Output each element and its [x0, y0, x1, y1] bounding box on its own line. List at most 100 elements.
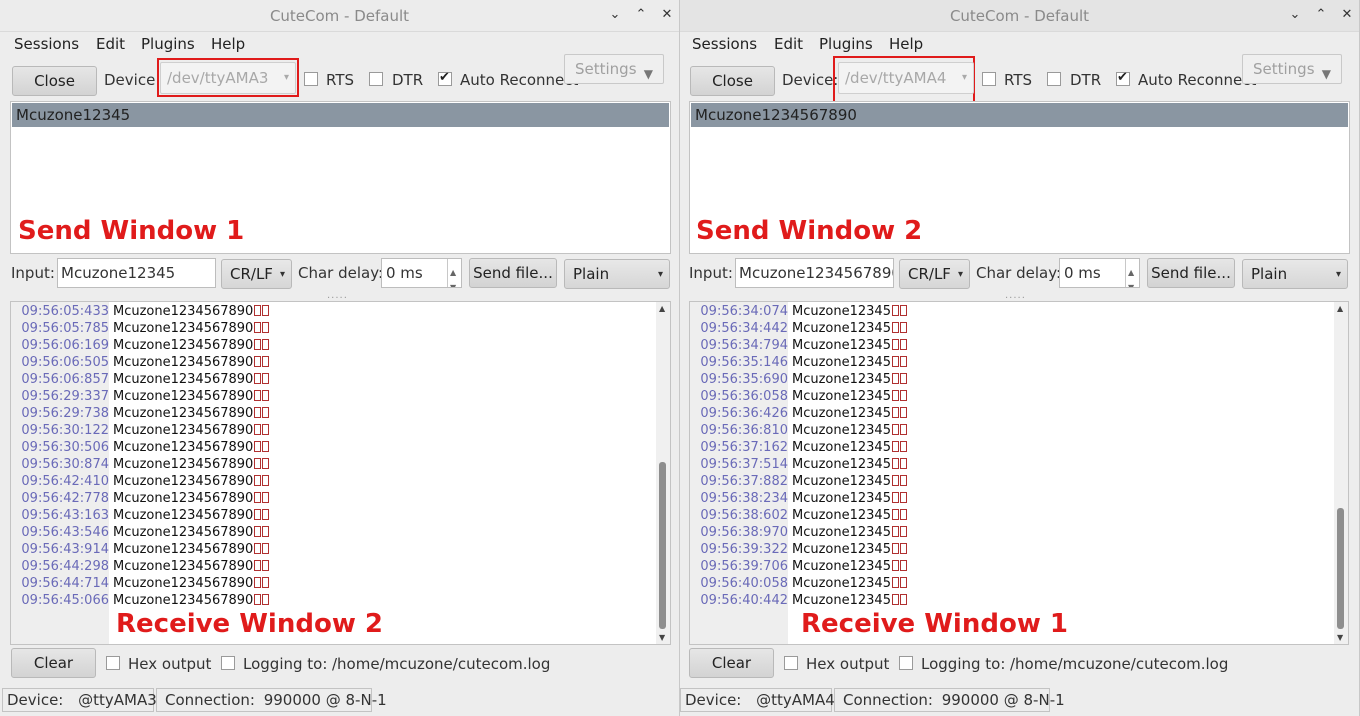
settings-button[interactable]: Settings ▼	[1242, 54, 1342, 84]
logging-checkbox[interactable]	[899, 656, 913, 670]
char-delay-spinner[interactable]: ▲ ▼	[447, 259, 461, 287]
chevron-down-icon: ▾	[957, 269, 963, 280]
rts-label: RTS	[326, 71, 355, 89]
char-delay-input[interactable]: 0 ms ▲ ▼	[381, 258, 462, 288]
send-window-annotation: Send Window 1	[18, 216, 245, 246]
cr-glyph-icon	[254, 458, 262, 469]
spin-down-icon[interactable]: ▼	[450, 274, 456, 287]
minimize-icon[interactable]: ⌄	[606, 6, 624, 24]
auto-reconnect-checkbox[interactable]	[1116, 70, 1130, 86]
hex-output-checkbox[interactable]	[784, 656, 798, 670]
format-select[interactable]: Plain ▾	[1242, 259, 1348, 289]
log-line: 09:56:38:234 Mcuzone12345	[690, 490, 1335, 507]
menu-edit[interactable]: Edit	[96, 35, 125, 53]
log-message: Mcuzone1234567890	[113, 321, 254, 336]
receive-scrollbar[interactable]: ▲ ▼	[1334, 302, 1348, 644]
rts-checkbox[interactable]	[982, 72, 996, 86]
char-delay-label: Char delay:	[298, 264, 384, 282]
log-timestamp: 09:56:36:058	[700, 389, 788, 404]
send-file-button[interactable]: Send file...	[1147, 258, 1235, 288]
send-history-item[interactable]: Mcuzone12345	[12, 103, 669, 127]
cr-glyph-icon	[254, 526, 262, 537]
log-line: 09:56:05:433 Mcuzone1234567890	[11, 303, 656, 320]
log-timestamp: 09:56:37:162	[700, 440, 788, 455]
menu-edit[interactable]: Edit	[774, 35, 803, 53]
device-combo[interactable]: /dev/ttyAMA4 ▾	[838, 62, 974, 94]
log-timestamp: 09:56:30:506	[21, 440, 109, 455]
send-history-list[interactable]: Mcuzone1234567890 Send Window 2	[689, 101, 1350, 254]
maximize-icon[interactable]: ⌃	[632, 6, 650, 24]
lf-glyph-icon	[262, 560, 270, 571]
scroll-up-icon[interactable]: ▲	[1337, 304, 1343, 313]
close-window-icon[interactable]: ✕	[1338, 6, 1356, 24]
logging-checkbox[interactable]	[221, 656, 235, 670]
menu-sessions[interactable]: Sessions	[14, 35, 79, 53]
send-file-button[interactable]: Send file...	[469, 258, 557, 288]
close-window-icon[interactable]: ✕	[658, 6, 676, 24]
splitter-handle[interactable]: .....	[1005, 290, 1026, 301]
char-delay-value: 0 ms	[386, 264, 423, 282]
close-port-button[interactable]: Close	[690, 66, 775, 96]
line-end-select[interactable]: CR/LF ▾	[899, 259, 970, 289]
splitter-handle[interactable]: .....	[327, 290, 348, 301]
scrollbar-thumb[interactable]	[659, 462, 666, 629]
log-message: Mcuzone12345	[792, 542, 891, 557]
log-timestamp: 09:56:39:706	[700, 559, 788, 574]
rts-checkbox[interactable]	[304, 72, 318, 86]
status-connection: Connection: 990000 @ 8-N-1	[834, 688, 1065, 712]
line-end-select[interactable]: CR/LF ▾	[221, 259, 292, 289]
char-delay-input[interactable]: 0 ms ▲ ▼	[1059, 258, 1140, 288]
device-value: /dev/ttyAMA4	[845, 69, 947, 87]
log-line: 09:56:35:146 Mcuzone12345	[690, 354, 1335, 371]
spin-down-icon[interactable]: ▼	[1128, 274, 1134, 287]
log-message: Mcuzone12345	[792, 355, 891, 370]
receive-output[interactable]: 09:56:34:074 Mcuzone12345 09:56:34:442 Mcuz…	[689, 301, 1349, 645]
hex-output-checkbox[interactable]	[106, 656, 120, 670]
receive-output[interactable]: 09:56:05:433 Mcuzone1234567890 09:56:05:78…	[10, 301, 671, 645]
lf-glyph-icon	[262, 390, 270, 401]
auto-reconnect-checkbox[interactable]	[438, 70, 452, 86]
scroll-up-icon[interactable]: ▲	[659, 304, 665, 313]
maximize-icon[interactable]: ⌃	[1312, 6, 1330, 24]
input-label: Input:	[11, 264, 55, 282]
receive-scrollbar[interactable]: ▲ ▼	[656, 302, 670, 644]
dtr-checkbox[interactable]	[369, 72, 383, 86]
menu-sessions[interactable]: Sessions	[692, 35, 757, 53]
clear-button[interactable]: Clear	[689, 648, 774, 678]
scroll-down-icon[interactable]: ▼	[1337, 633, 1343, 642]
log-message: Mcuzone1234567890	[113, 559, 254, 574]
log-message: Mcuzone12345	[792, 457, 891, 472]
format-select[interactable]: Plain ▾	[564, 259, 670, 289]
lf-glyph-icon	[262, 526, 270, 537]
device-combo[interactable]: /dev/ttyAMA3 ▾	[160, 62, 296, 94]
line-end-value: CR/LF	[908, 265, 951, 283]
log-message: Mcuzone12345	[792, 406, 891, 421]
input-field[interactable]: Mcuzone12345	[57, 258, 216, 288]
hex-output-label: Hex output	[806, 655, 890, 673]
send-history-item[interactable]: Mcuzone1234567890	[691, 103, 1348, 127]
lf-glyph-icon	[262, 305, 270, 316]
menu-help[interactable]: Help	[211, 35, 245, 53]
title-bar[interactable]: CuteCom - Default ⌄ ⌃ ✕	[0, 0, 679, 32]
char-delay-spinner[interactable]: ▲ ▼	[1125, 259, 1139, 287]
send-history-list[interactable]: Mcuzone12345 Send Window 1	[10, 101, 671, 254]
log-timestamp: 09:56:40:442	[700, 593, 788, 608]
menu-help[interactable]: Help	[889, 35, 923, 53]
minimize-icon[interactable]: ⌄	[1286, 6, 1304, 24]
settings-button[interactable]: Settings ▼	[564, 54, 664, 84]
log-message: Mcuzone1234567890	[113, 474, 254, 489]
lf-glyph-icon	[262, 475, 270, 486]
log-timestamp: 09:56:42:410	[21, 474, 109, 489]
dtr-checkbox[interactable]	[1047, 72, 1061, 86]
menu-plugins[interactable]: Plugins	[819, 35, 873, 53]
title-bar[interactable]: CuteCom - Default ⌄ ⌃ ✕	[680, 0, 1359, 32]
scroll-down-icon[interactable]: ▼	[659, 633, 665, 642]
input-field[interactable]: Mcuzone1234567890	[735, 258, 894, 288]
lf-glyph-icon	[899, 543, 907, 554]
menu-plugins[interactable]: Plugins	[141, 35, 195, 53]
clear-button[interactable]: Clear	[11, 648, 96, 678]
close-port-button[interactable]: Close	[12, 66, 97, 96]
cr-glyph-icon	[254, 441, 262, 452]
scrollbar-thumb[interactable]	[1337, 508, 1344, 629]
cr-glyph-icon	[254, 305, 262, 316]
